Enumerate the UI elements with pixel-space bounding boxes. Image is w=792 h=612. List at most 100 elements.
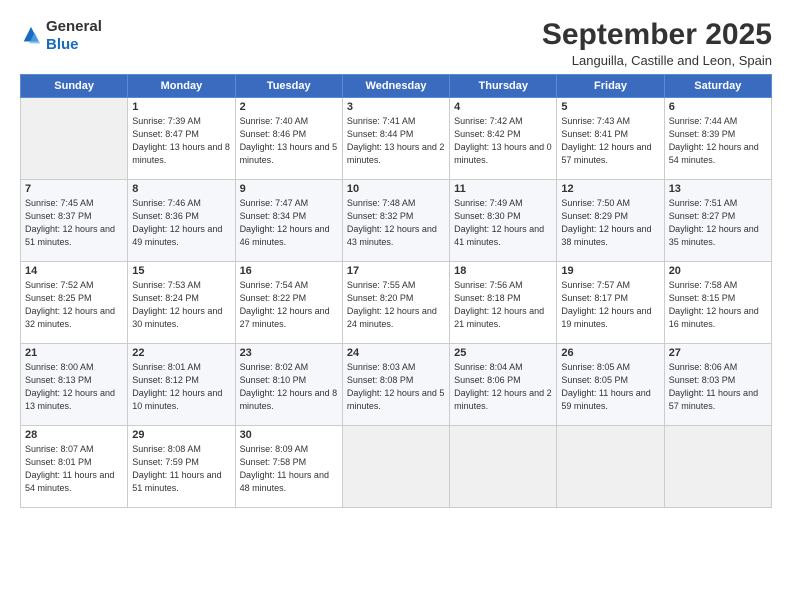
header-thursday: Thursday <box>450 75 557 98</box>
cell-info: Sunrise: 7:40 AMSunset: 8:46 PMDaylight:… <box>240 115 338 167</box>
calendar-cell: 13Sunrise: 7:51 AMSunset: 8:27 PMDayligh… <box>664 180 771 262</box>
logo: General Blue <box>20 18 102 54</box>
day-number: 19 <box>561 265 659 277</box>
calendar-cell: 29 Sunrise: 8:08 AMSunset: 7:59 PMDayligh… <box>128 426 235 508</box>
calendar-cell <box>450 426 557 508</box>
month-title: September 2025 <box>542 18 772 51</box>
header-sunday: Sunday <box>21 75 128 98</box>
day-number: 27 <box>669 347 767 359</box>
header-monday: Monday <box>128 75 235 98</box>
cell-info: Sunrise: 7:41 AMSunset: 8:44 PMDaylight:… <box>347 115 445 167</box>
cell-info: Sunrise: 7:50 AMSunset: 8:29 PMDaylight:… <box>561 197 659 249</box>
day-number: 6 <box>669 101 767 113</box>
header-tuesday: Tuesday <box>235 75 342 98</box>
cell-info: Sunrise: 7:46 AMSunset: 8:36 PMDaylight:… <box>132 197 230 249</box>
calendar-cell: 11 Sunrise: 7:49 AMSunset: 8:30 PMDayligh… <box>450 180 557 262</box>
day-number: 8 <box>132 183 230 195</box>
calendar-cell: 18 Sunrise: 7:56 AMSunset: 8:18 PMDayligh… <box>450 262 557 344</box>
day-number: 14 <box>25 265 123 277</box>
cell-info: Sunrise: 8:01 AMSunset: 8:12 PMDaylight:… <box>132 361 230 413</box>
calendar-cell: 4Sunrise: 7:42 AMSunset: 8:42 PMDaylight… <box>450 98 557 180</box>
calendar-cell: 7 Sunrise: 7:45 AMSunset: 8:37 PMDaylight… <box>21 180 128 262</box>
cell-info: Sunrise: 8:00 AMSunset: 8:13 PMDaylight:… <box>25 361 123 413</box>
calendar-cell <box>21 98 128 180</box>
cell-info: Sunrise: 7:48 AMSunset: 8:32 PMDaylight:… <box>347 197 445 249</box>
logo-blue: Blue <box>46 36 79 53</box>
cell-info: Sunrise: 7:58 AMSunset: 8:15 PMDaylight:… <box>669 279 767 331</box>
day-number: 24 <box>347 347 445 359</box>
calendar-cell: 27 Sunrise: 8:06 AMSunset: 8:03 PMDayligh… <box>664 344 771 426</box>
calendar-cell: 19Sunrise: 7:57 AMSunset: 8:17 PMDayligh… <box>557 262 664 344</box>
calendar-cell: 2 Sunrise: 7:40 AMSunset: 8:46 PMDaylight… <box>235 98 342 180</box>
cell-info: Sunrise: 7:39 AMSunset: 8:47 PMDaylight:… <box>132 115 230 167</box>
day-number: 2 <box>240 101 338 113</box>
cell-info: Sunrise: 7:49 AMSunset: 8:30 PMDaylight:… <box>454 197 552 249</box>
day-number: 11 <box>454 183 552 195</box>
calendar-cell: 20 Sunrise: 7:58 AMSunset: 8:15 PMDayligh… <box>664 262 771 344</box>
day-number: 16 <box>240 265 338 277</box>
cell-info: Sunrise: 7:54 AMSunset: 8:22 PMDaylight:… <box>240 279 338 331</box>
calendar-page: General Blue September 2025 Languilla, C… <box>0 0 792 612</box>
cell-info: Sunrise: 8:08 AMSunset: 7:59 PMDaylight:… <box>132 443 230 495</box>
day-number: 20 <box>669 265 767 277</box>
day-number: 25 <box>454 347 552 359</box>
day-number: 21 <box>25 347 123 359</box>
calendar-cell: 9 Sunrise: 7:47 AMSunset: 8:34 PMDaylight… <box>235 180 342 262</box>
cell-info: Sunrise: 7:44 AMSunset: 8:39 PMDaylight:… <box>669 115 767 167</box>
day-number: 9 <box>240 183 338 195</box>
cell-info: Sunrise: 7:43 AMSunset: 8:41 PMDaylight:… <box>561 115 659 167</box>
calendar-week-1: 7 Sunrise: 7:45 AMSunset: 8:37 PMDaylight… <box>21 180 772 262</box>
calendar-cell: 14Sunrise: 7:52 AMSunset: 8:25 PMDayligh… <box>21 262 128 344</box>
day-number: 29 <box>132 429 230 441</box>
day-number: 28 <box>25 429 123 441</box>
calendar-cell: 25Sunrise: 8:04 AMSunset: 8:06 PMDayligh… <box>450 344 557 426</box>
day-number: 10 <box>347 183 445 195</box>
calendar-cell: 17 Sunrise: 7:55 AMSunset: 8:20 PMDayligh… <box>342 262 449 344</box>
header-wednesday: Wednesday <box>342 75 449 98</box>
calendar-cell: 26 Sunrise: 8:05 AMSunset: 8:05 PMDayligh… <box>557 344 664 426</box>
day-number: 26 <box>561 347 659 359</box>
day-number: 1 <box>132 101 230 113</box>
header: General Blue September 2025 Languilla, C… <box>20 18 772 68</box>
calendar-cell: 1 Sunrise: 7:39 AMSunset: 8:47 PMDaylight… <box>128 98 235 180</box>
calendar-cell: 12Sunrise: 7:50 AMSunset: 8:29 PMDayligh… <box>557 180 664 262</box>
calendar-cell: 23Sunrise: 8:02 AMSunset: 8:10 PMDayligh… <box>235 344 342 426</box>
cell-info: Sunrise: 7:56 AMSunset: 8:18 PMDaylight:… <box>454 279 552 331</box>
day-number: 18 <box>454 265 552 277</box>
calendar-cell: 6 Sunrise: 7:44 AMSunset: 8:39 PMDaylight… <box>664 98 771 180</box>
calendar-cell: 16 Sunrise: 7:54 AMSunset: 8:22 PMDayligh… <box>235 262 342 344</box>
calendar-cell: 3Sunrise: 7:41 AMSunset: 8:44 PMDaylight… <box>342 98 449 180</box>
day-number: 13 <box>669 183 767 195</box>
calendar-cell <box>557 426 664 508</box>
logo-text: General Blue <box>46 18 102 54</box>
calendar-week-2: 14Sunrise: 7:52 AMSunset: 8:25 PMDayligh… <box>21 262 772 344</box>
calendar-cell: 24Sunrise: 8:03 AMSunset: 8:08 PMDayligh… <box>342 344 449 426</box>
calendar-cell <box>342 426 449 508</box>
calendar-week-3: 21 Sunrise: 8:00 AMSunset: 8:13 PMDayligh… <box>21 344 772 426</box>
calendar-week-0: 1 Sunrise: 7:39 AMSunset: 8:47 PMDaylight… <box>21 98 772 180</box>
cell-info: Sunrise: 7:55 AMSunset: 8:20 PMDaylight:… <box>347 279 445 331</box>
calendar-cell: 21 Sunrise: 8:00 AMSunset: 8:13 PMDayligh… <box>21 344 128 426</box>
calendar-week-4: 28Sunrise: 8:07 AMSunset: 8:01 PMDayligh… <box>21 426 772 508</box>
logo-icon <box>20 25 42 47</box>
calendar-cell: 5 Sunrise: 7:43 AMSunset: 8:41 PMDaylight… <box>557 98 664 180</box>
day-number: 30 <box>240 429 338 441</box>
day-number: 4 <box>454 101 552 113</box>
cell-info: Sunrise: 8:06 AMSunset: 8:03 PMDaylight:… <box>669 361 767 413</box>
logo-general: General <box>46 18 102 35</box>
day-number: 17 <box>347 265 445 277</box>
cell-info: Sunrise: 7:53 AMSunset: 8:24 PMDaylight:… <box>132 279 230 331</box>
calendar-cell: 8 Sunrise: 7:46 AMSunset: 8:36 PMDaylight… <box>128 180 235 262</box>
cell-info: Sunrise: 7:45 AMSunset: 8:37 PMDaylight:… <box>25 197 123 249</box>
calendar-cell: 28Sunrise: 8:07 AMSunset: 8:01 PMDayligh… <box>21 426 128 508</box>
cell-info: Sunrise: 7:47 AMSunset: 8:34 PMDaylight:… <box>240 197 338 249</box>
day-number: 15 <box>132 265 230 277</box>
cell-info: Sunrise: 8:05 AMSunset: 8:05 PMDaylight:… <box>561 361 659 413</box>
calendar-table: Sunday Monday Tuesday Wednesday Thursday… <box>20 74 772 508</box>
day-number: 23 <box>240 347 338 359</box>
calendar-cell: 15 Sunrise: 7:53 AMSunset: 8:24 PMDayligh… <box>128 262 235 344</box>
day-number: 5 <box>561 101 659 113</box>
day-number: 7 <box>25 183 123 195</box>
weekday-header-row: Sunday Monday Tuesday Wednesday Thursday… <box>21 75 772 98</box>
cell-info: Sunrise: 8:09 AMSunset: 7:58 PMDaylight:… <box>240 443 338 495</box>
